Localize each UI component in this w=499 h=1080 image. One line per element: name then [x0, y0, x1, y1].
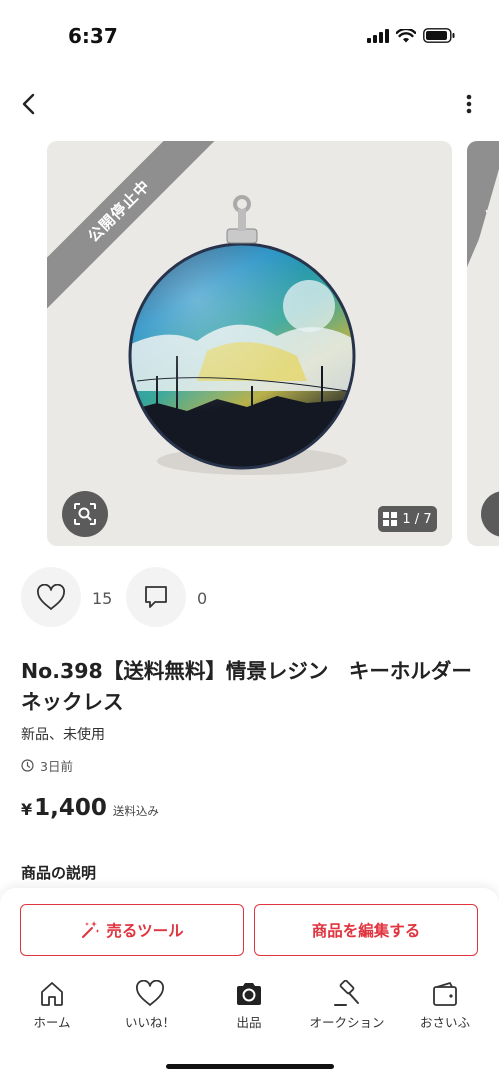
more-options-button[interactable]: [461, 92, 477, 116]
item-price: ¥ 1,400 送料込み: [21, 795, 159, 821]
image-search-icon: [74, 503, 96, 525]
sell-tools-label: 売るツール: [106, 922, 184, 940]
photo-page-indicator[interactable]: 1 / 7: [378, 506, 437, 532]
nav-auction-label: オークション: [309, 1015, 385, 1030]
nav-wallet[interactable]: おさいふ: [399, 980, 491, 1031]
magic-wand-icon: [82, 921, 100, 938]
home-indicator: [166, 1064, 334, 1069]
status-time: 6:37: [68, 24, 118, 48]
like-button[interactable]: [21, 567, 81, 627]
next-photo-lens-button: [481, 491, 499, 537]
grid-icon: [383, 512, 398, 526]
camera-icon: [237, 983, 261, 1005]
image-search-button[interactable]: [62, 491, 108, 537]
description-heading: 商品の説明: [21, 864, 97, 882]
product-photo[interactable]: 公開停止中: [47, 141, 452, 546]
heart-outline-icon: [136, 980, 164, 1006]
item-condition: 新品、未使用: [21, 727, 105, 743]
nav-likes[interactable]: いいね！: [104, 980, 196, 1031]
cellular-signal-icon: [367, 28, 389, 43]
more-vertical-icon: [466, 94, 472, 114]
wifi-icon: [396, 28, 416, 42]
next-photo-preview[interactable]: 公: [467, 141, 499, 546]
nav-home-label: ホーム: [33, 1015, 71, 1030]
clock-icon: [21, 759, 34, 772]
gavel-icon: [334, 980, 359, 1006]
like-count: 15: [92, 589, 113, 608]
nav-auction[interactable]: オークション: [301, 980, 393, 1031]
nav-sell-label: 出品: [236, 1015, 262, 1030]
edit-item-label: 商品を編集する: [311, 922, 421, 940]
back-button[interactable]: [12, 88, 44, 120]
nav-sell[interactable]: 出品: [203, 980, 295, 1031]
posted-time: 3日前: [21, 756, 73, 775]
status-icons: [367, 28, 455, 43]
nav-likes-label: いいね！: [124, 1015, 175, 1030]
battery-icon: [423, 28, 455, 43]
posted-time-text: 3日前: [40, 759, 73, 774]
shipping-included: 送料込み: [112, 804, 159, 818]
comment-button[interactable]: [126, 567, 186, 627]
chevron-left-icon: [22, 93, 35, 115]
page-indicator-text: 1 / 7: [402, 511, 432, 527]
comment-count: 0: [197, 589, 208, 608]
nav-wallet-label: おさいふ: [419, 1015, 470, 1030]
nav-home[interactable]: ホーム: [6, 980, 98, 1031]
item-title: No.398【送料無料】情景レジン キーホルダー ネックレス: [21, 659, 493, 714]
heart-icon: [37, 583, 65, 610]
wallet-icon: [433, 982, 457, 1006]
home-icon: [41, 982, 63, 1006]
price-currency: ¥: [21, 800, 33, 819]
next-photo-ribbon: 公: [467, 141, 499, 281]
price-amount: 1,400: [34, 795, 107, 821]
comment-icon: [145, 586, 167, 608]
sell-tools-button[interactable]: 売るツール: [20, 904, 244, 956]
edit-item-button[interactable]: 商品を編集する: [254, 904, 478, 956]
